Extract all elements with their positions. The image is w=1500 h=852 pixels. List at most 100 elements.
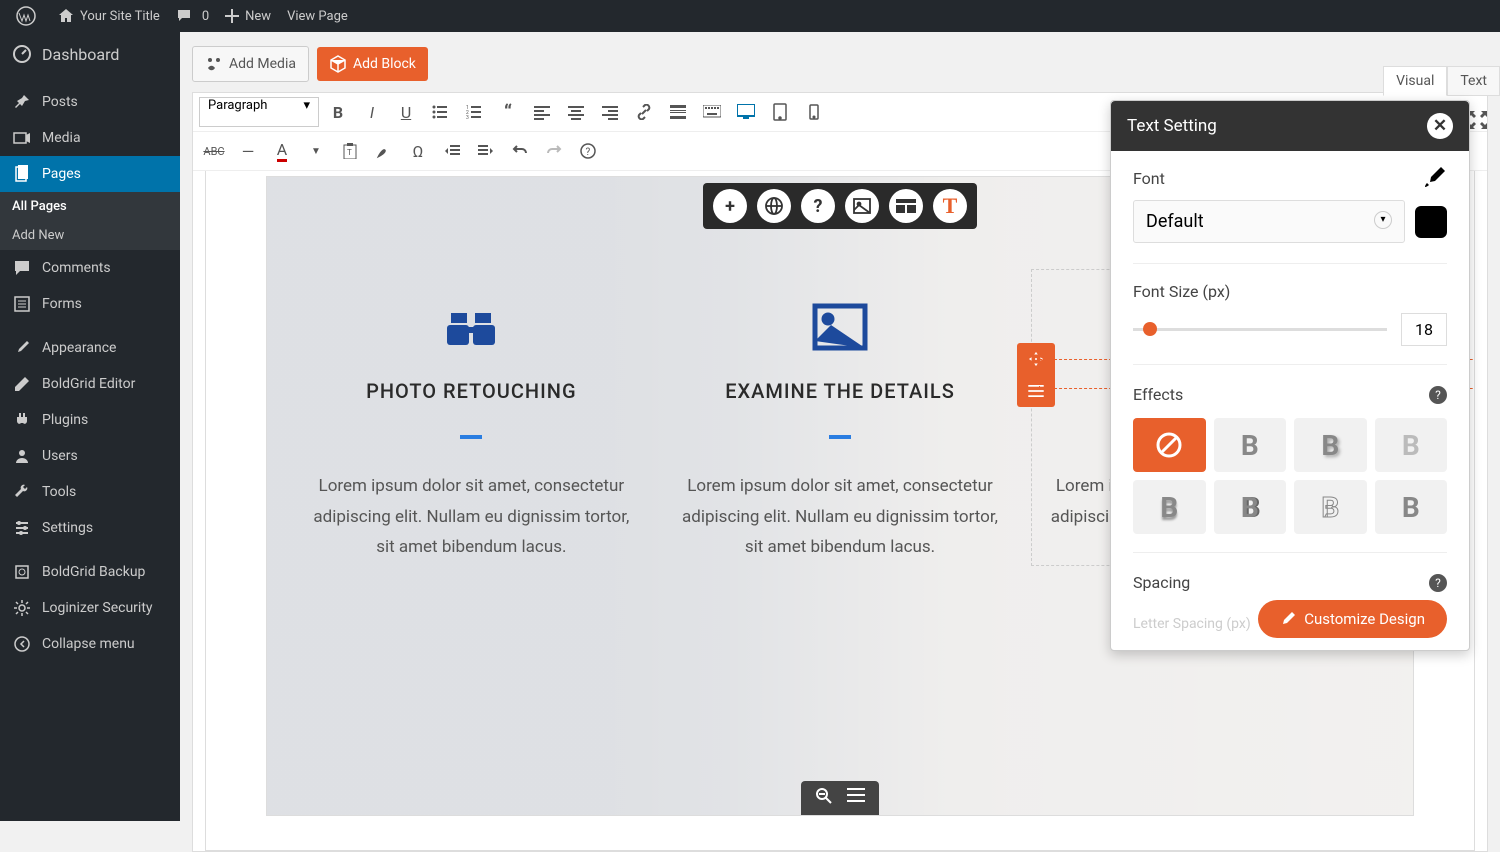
section-image-button[interactable] [845, 189, 879, 223]
readmore-button[interactable] [663, 97, 693, 127]
section-layout-button[interactable] [889, 189, 923, 223]
submenu-add-new[interactable]: Add New [0, 221, 180, 250]
sidebar-boldgrid-backup[interactable]: BoldGrid Backup [0, 554, 180, 590]
sidebar-media[interactable]: Media [0, 120, 180, 156]
align-right-button[interactable] [595, 97, 625, 127]
effect-1[interactable]: B [1214, 418, 1287, 472]
spacing-label: Spacing [1133, 573, 1190, 592]
tab-visual[interactable]: Visual [1383, 66, 1447, 96]
spacing-help-icon[interactable]: ? [1429, 574, 1447, 592]
sidebar-comments-label: Comments [42, 260, 111, 276]
effect-6[interactable]: B [1294, 480, 1367, 534]
submenu-all-pages[interactable]: All Pages [0, 192, 180, 221]
bullet-list-button[interactable] [425, 97, 455, 127]
column-2-title: EXAMINE THE DETAILS [676, 379, 1005, 403]
sidebar-posts-label: Posts [42, 94, 78, 110]
site-title-link[interactable]: Your Site Title [50, 8, 168, 24]
sidebar-collapse[interactable]: Collapse menu [0, 626, 180, 662]
align-left-button[interactable] [527, 97, 557, 127]
column-1[interactable]: PHOTO RETOUCHING Lorem ipsum dolor sit a… [297, 297, 646, 563]
slider-thumb[interactable] [1143, 322, 1157, 336]
sidebar-posts[interactable]: Posts [0, 84, 180, 120]
tablet-preview-button[interactable] [765, 97, 795, 127]
effect-none[interactable] [1133, 418, 1206, 472]
desktop-preview-button[interactable] [731, 97, 761, 127]
wrench-icon [12, 482, 32, 502]
special-char-button[interactable]: Ω [403, 136, 433, 166]
sidebar-plugins[interactable]: Plugins [0, 402, 180, 438]
sidebar-appearance[interactable]: Appearance [0, 330, 180, 366]
color-swatch[interactable] [1415, 206, 1447, 238]
effects-help-icon[interactable]: ? [1429, 386, 1447, 404]
effect-3[interactable]: B [1375, 418, 1448, 472]
format-dropdown[interactable]: Paragraph [199, 97, 319, 127]
section-help-button[interactable]: ? [801, 189, 835, 223]
fullscreen-toggle[interactable] [1468, 110, 1488, 130]
indent-button[interactable] [471, 136, 501, 166]
paste-text-button[interactable]: T [335, 136, 365, 166]
effect-4[interactable]: B [1133, 480, 1206, 534]
mobile-preview-button[interactable] [799, 97, 829, 127]
font-size-slider[interactable] [1133, 328, 1387, 331]
sidebar-comments[interactable]: Comments [0, 250, 180, 286]
customize-design-button[interactable]: Customize Design [1258, 600, 1447, 638]
pencil-icon [12, 374, 32, 394]
text-color-dropdown[interactable]: ▼ [301, 136, 331, 166]
effect-7[interactable]: B [1375, 480, 1448, 534]
outdent-button[interactable] [437, 136, 467, 166]
font-dropdown[interactable]: Default ▾ [1133, 200, 1405, 243]
column-2[interactable]: EXAMINE THE DETAILS Lorem ipsum dolor si… [666, 297, 1015, 563]
tab-text[interactable]: Text [1447, 66, 1500, 96]
panel-close-button[interactable]: ✕ [1427, 113, 1453, 139]
sidebar-backup-label: BoldGrid Backup [42, 564, 145, 580]
link-button[interactable] [629, 97, 659, 127]
hr-button[interactable]: — [233, 136, 263, 166]
keyboard-button[interactable] [697, 97, 727, 127]
sidebar-loginizer[interactable]: Loginizer Security [0, 590, 180, 626]
italic-button[interactable]: I [357, 97, 387, 127]
sidebar-pages[interactable]: Pages [0, 156, 180, 192]
help-button[interactable]: ? [573, 136, 603, 166]
sidebar-collapse-label: Collapse menu [42, 636, 135, 652]
comment-count: 0 [202, 9, 209, 24]
undo-button[interactable] [505, 136, 535, 166]
comments-link[interactable]: 0 [168, 8, 217, 24]
sidebar-settings[interactable]: Settings [0, 510, 180, 546]
underline-button[interactable]: U [391, 97, 421, 127]
redo-button[interactable] [539, 136, 569, 166]
sidebar-forms[interactable]: Forms [0, 286, 180, 322]
collapse-icon [12, 634, 32, 654]
align-center-button[interactable] [561, 97, 591, 127]
view-page-link[interactable]: View Page [279, 9, 356, 24]
section-globe-button[interactable] [757, 189, 791, 223]
add-block-button[interactable]: Add Block [317, 47, 428, 81]
clear-format-button[interactable] [369, 136, 399, 166]
sidebar-users[interactable]: Users [0, 438, 180, 474]
media-icon [12, 128, 32, 148]
text-color-button[interactable]: A [267, 136, 297, 166]
add-media-button[interactable]: Add Media [192, 46, 309, 82]
sidebar-dashboard[interactable]: Dashboard [0, 32, 180, 76]
panel-header[interactable]: Text Setting ✕ [1111, 101, 1469, 151]
new-link[interactable]: New [217, 9, 279, 24]
add-block-label: Add Block [353, 56, 416, 72]
effect-2[interactable]: B [1294, 418, 1367, 472]
admin-bar: Your Site Title 0 New View Page [0, 0, 1500, 32]
editor-header: Add Media Add Block [180, 32, 1500, 82]
zoom-out-button[interactable] [815, 787, 833, 809]
number-list-button[interactable]: 123 [459, 97, 489, 127]
svg-text:?: ? [586, 147, 591, 158]
strikethrough-button[interactable]: ABC [199, 136, 229, 166]
section-text-button[interactable]: T [933, 189, 967, 223]
wp-logo[interactable] [8, 6, 50, 26]
dashboard-icon [12, 44, 32, 64]
blockquote-button[interactable]: “ [493, 97, 523, 127]
sidebar-boldgrid-editor[interactable]: BoldGrid Editor [0, 366, 180, 402]
sidebar-tools[interactable]: Tools [0, 474, 180, 510]
font-size-value[interactable]: 18 [1401, 313, 1447, 346]
effect-5[interactable]: B [1214, 480, 1287, 534]
zoom-menu-button[interactable] [847, 787, 865, 809]
section-add-button[interactable]: + [713, 189, 747, 223]
sidebar-media-label: Media [42, 130, 81, 146]
bold-button[interactable]: B [323, 97, 353, 127]
